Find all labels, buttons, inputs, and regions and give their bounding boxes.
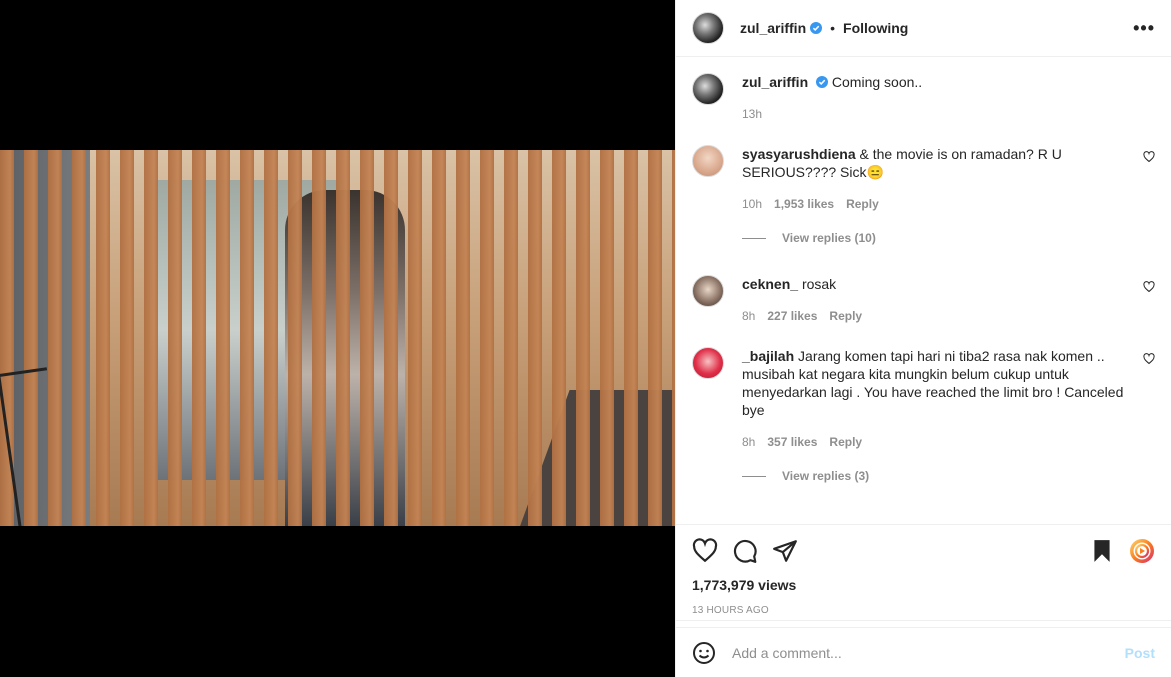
comment-avatar[interactable]	[692, 145, 724, 177]
comment-item: ceknen_ rosak 8h 227 likes Reply	[692, 275, 1155, 325]
caption-username[interactable]: zul_ariffin	[742, 74, 808, 90]
comment-text: Jarang komen tapi hari ni tiba2 rasa nak…	[742, 348, 1124, 418]
comment-username[interactable]: syasyarushdiena	[742, 146, 856, 162]
like-heart-icon[interactable]	[692, 538, 718, 564]
comment-input[interactable]	[732, 644, 1125, 661]
comment-meta: 8h 357 likes Reply	[742, 433, 1125, 451]
comment-item: _bajilah Jarang komen tapi hari ni tiba2…	[692, 347, 1155, 451]
save-bookmark-icon[interactable]	[1089, 538, 1115, 564]
like-comment-heart-icon[interactable]	[1143, 151, 1155, 163]
post-comment-button[interactable]: Post	[1125, 645, 1155, 661]
comment-meta: 10h 1,953 likes Reply	[742, 195, 1125, 213]
comment-time[interactable]: 10h	[742, 195, 762, 213]
view-replies-line	[742, 475, 766, 477]
comment-likes[interactable]: 357 likes	[767, 433, 817, 451]
post-time[interactable]: 13 HOURS AGO	[676, 599, 1171, 621]
caption: zul_ariffin Coming soon.. 13h	[692, 73, 1155, 123]
views-count[interactable]: 1,773,979 views	[676, 577, 1171, 599]
comment-username[interactable]: _bajilah	[742, 348, 794, 364]
emoji-picker-icon[interactable]	[692, 641, 716, 665]
view-replies-button[interactable]: View replies (3)	[742, 469, 1155, 483]
like-comment-heart-icon[interactable]	[1143, 281, 1155, 293]
post-modal: zul_ariffin • Following ••• zul_ariffin …	[0, 0, 1171, 677]
view-replies-button[interactable]: View replies (10)	[742, 231, 1155, 245]
comment-body: ceknen_ rosak 8h 227 likes Reply	[742, 275, 1155, 325]
verified-badge-icon	[816, 76, 829, 88]
reply-button[interactable]: Reply	[829, 307, 862, 325]
caption-text: Coming soon..	[831, 74, 923, 90]
separator-dot: •	[830, 20, 836, 36]
author-username[interactable]: zul_ariffin	[740, 20, 806, 36]
verified-badge-icon	[810, 22, 823, 34]
post-side-panel: zul_ariffin • Following ••• zul_ariffin …	[675, 0, 1171, 677]
comment-avatar[interactable]	[692, 347, 724, 379]
following-button[interactable]: Following	[843, 20, 908, 36]
view-replies-label: View replies (10)	[782, 231, 876, 245]
video-slats	[0, 150, 675, 526]
comments-list[interactable]: zul_ariffin Coming soon.. 13h syasyarush…	[676, 57, 1171, 525]
caption-avatar[interactable]	[692, 73, 724, 105]
caption-time[interactable]: 13h	[742, 105, 762, 123]
comment-time[interactable]: 8h	[742, 307, 755, 325]
video-frame[interactable]	[0, 150, 675, 526]
comment-body: _bajilah Jarang komen tapi hari ni tiba2…	[742, 347, 1155, 451]
reply-button[interactable]: Reply	[829, 433, 862, 451]
reply-button[interactable]: Reply	[846, 195, 879, 213]
comment-body: syasyarushdiena & the movie is on ramada…	[742, 145, 1155, 213]
action-bar	[676, 525, 1171, 577]
caption-meta: 13h	[742, 105, 1125, 123]
comment-likes[interactable]: 1,953 likes	[774, 195, 834, 213]
comment-item: syasyarushdiena & the movie is on ramada…	[692, 145, 1155, 213]
comment-likes[interactable]: 227 likes	[767, 307, 817, 325]
like-comment-heart-icon[interactable]	[1143, 353, 1155, 365]
comment-text: rosak	[801, 276, 837, 292]
add-comment-bar: Post	[676, 627, 1171, 677]
comment-bubble-icon[interactable]	[732, 538, 758, 564]
view-replies-line	[742, 237, 766, 239]
share-paper-plane-icon[interactable]	[772, 538, 798, 564]
comment-avatar[interactable]	[692, 275, 724, 307]
more-options-icon[interactable]: •••	[1133, 18, 1155, 39]
video-area[interactable]	[0, 0, 675, 677]
comment-time[interactable]: 8h	[742, 433, 755, 451]
comment-meta: 8h 227 likes Reply	[742, 307, 1125, 325]
post-header: zul_ariffin • Following •••	[676, 0, 1171, 57]
author-avatar[interactable]	[692, 12, 724, 44]
view-replies-label: View replies (3)	[782, 469, 870, 483]
reel-remix-icon[interactable]	[1129, 538, 1155, 564]
caption-body: zul_ariffin Coming soon.. 13h	[742, 73, 1155, 123]
comment-username[interactable]: ceknen_	[742, 276, 798, 292]
